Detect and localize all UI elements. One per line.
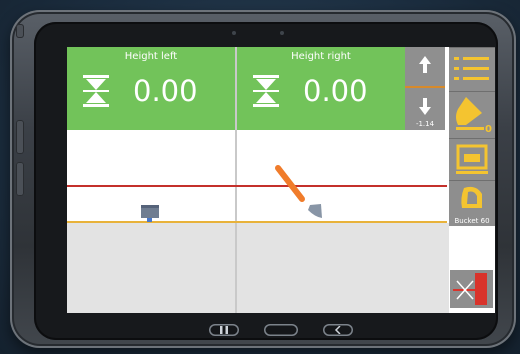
bucket-label: Bucket 60 [454, 217, 490, 225]
tablet-side-button [16, 162, 24, 196]
screen-view-button[interactable] [449, 138, 495, 180]
tablet-side-button [16, 24, 24, 38]
back-icon [334, 326, 341, 334]
sensor-icon [280, 31, 284, 35]
menu-list-icon [454, 57, 489, 80]
bucket-select-button[interactable]: Bucket 60 [449, 180, 495, 226]
back-button[interactable] [323, 324, 353, 336]
home-button[interactable] [264, 324, 298, 336]
excavator-arm-icon [275, 165, 322, 218]
menu-button[interactable] [449, 47, 495, 91]
camera-icon [232, 31, 236, 35]
tilt-badge: 0 [485, 124, 492, 135]
laser-exit-icon [453, 273, 487, 305]
tablet-side-button [16, 120, 24, 154]
recent-apps-button[interactable] [209, 324, 239, 336]
laser-exit-button[interactable] [450, 270, 493, 308]
screen-view-icon [456, 144, 488, 174]
recent-apps-icon [220, 326, 228, 334]
bucket-icon [461, 186, 482, 208]
left-bucket-icon [141, 205, 159, 222]
machine-guidance-screen: Height left 0.00 Height right 0.00 -1.14… [67, 47, 495, 313]
machine-view [141, 165, 322, 222]
tilt-bucket-button[interactable]: 0 [449, 91, 495, 138]
